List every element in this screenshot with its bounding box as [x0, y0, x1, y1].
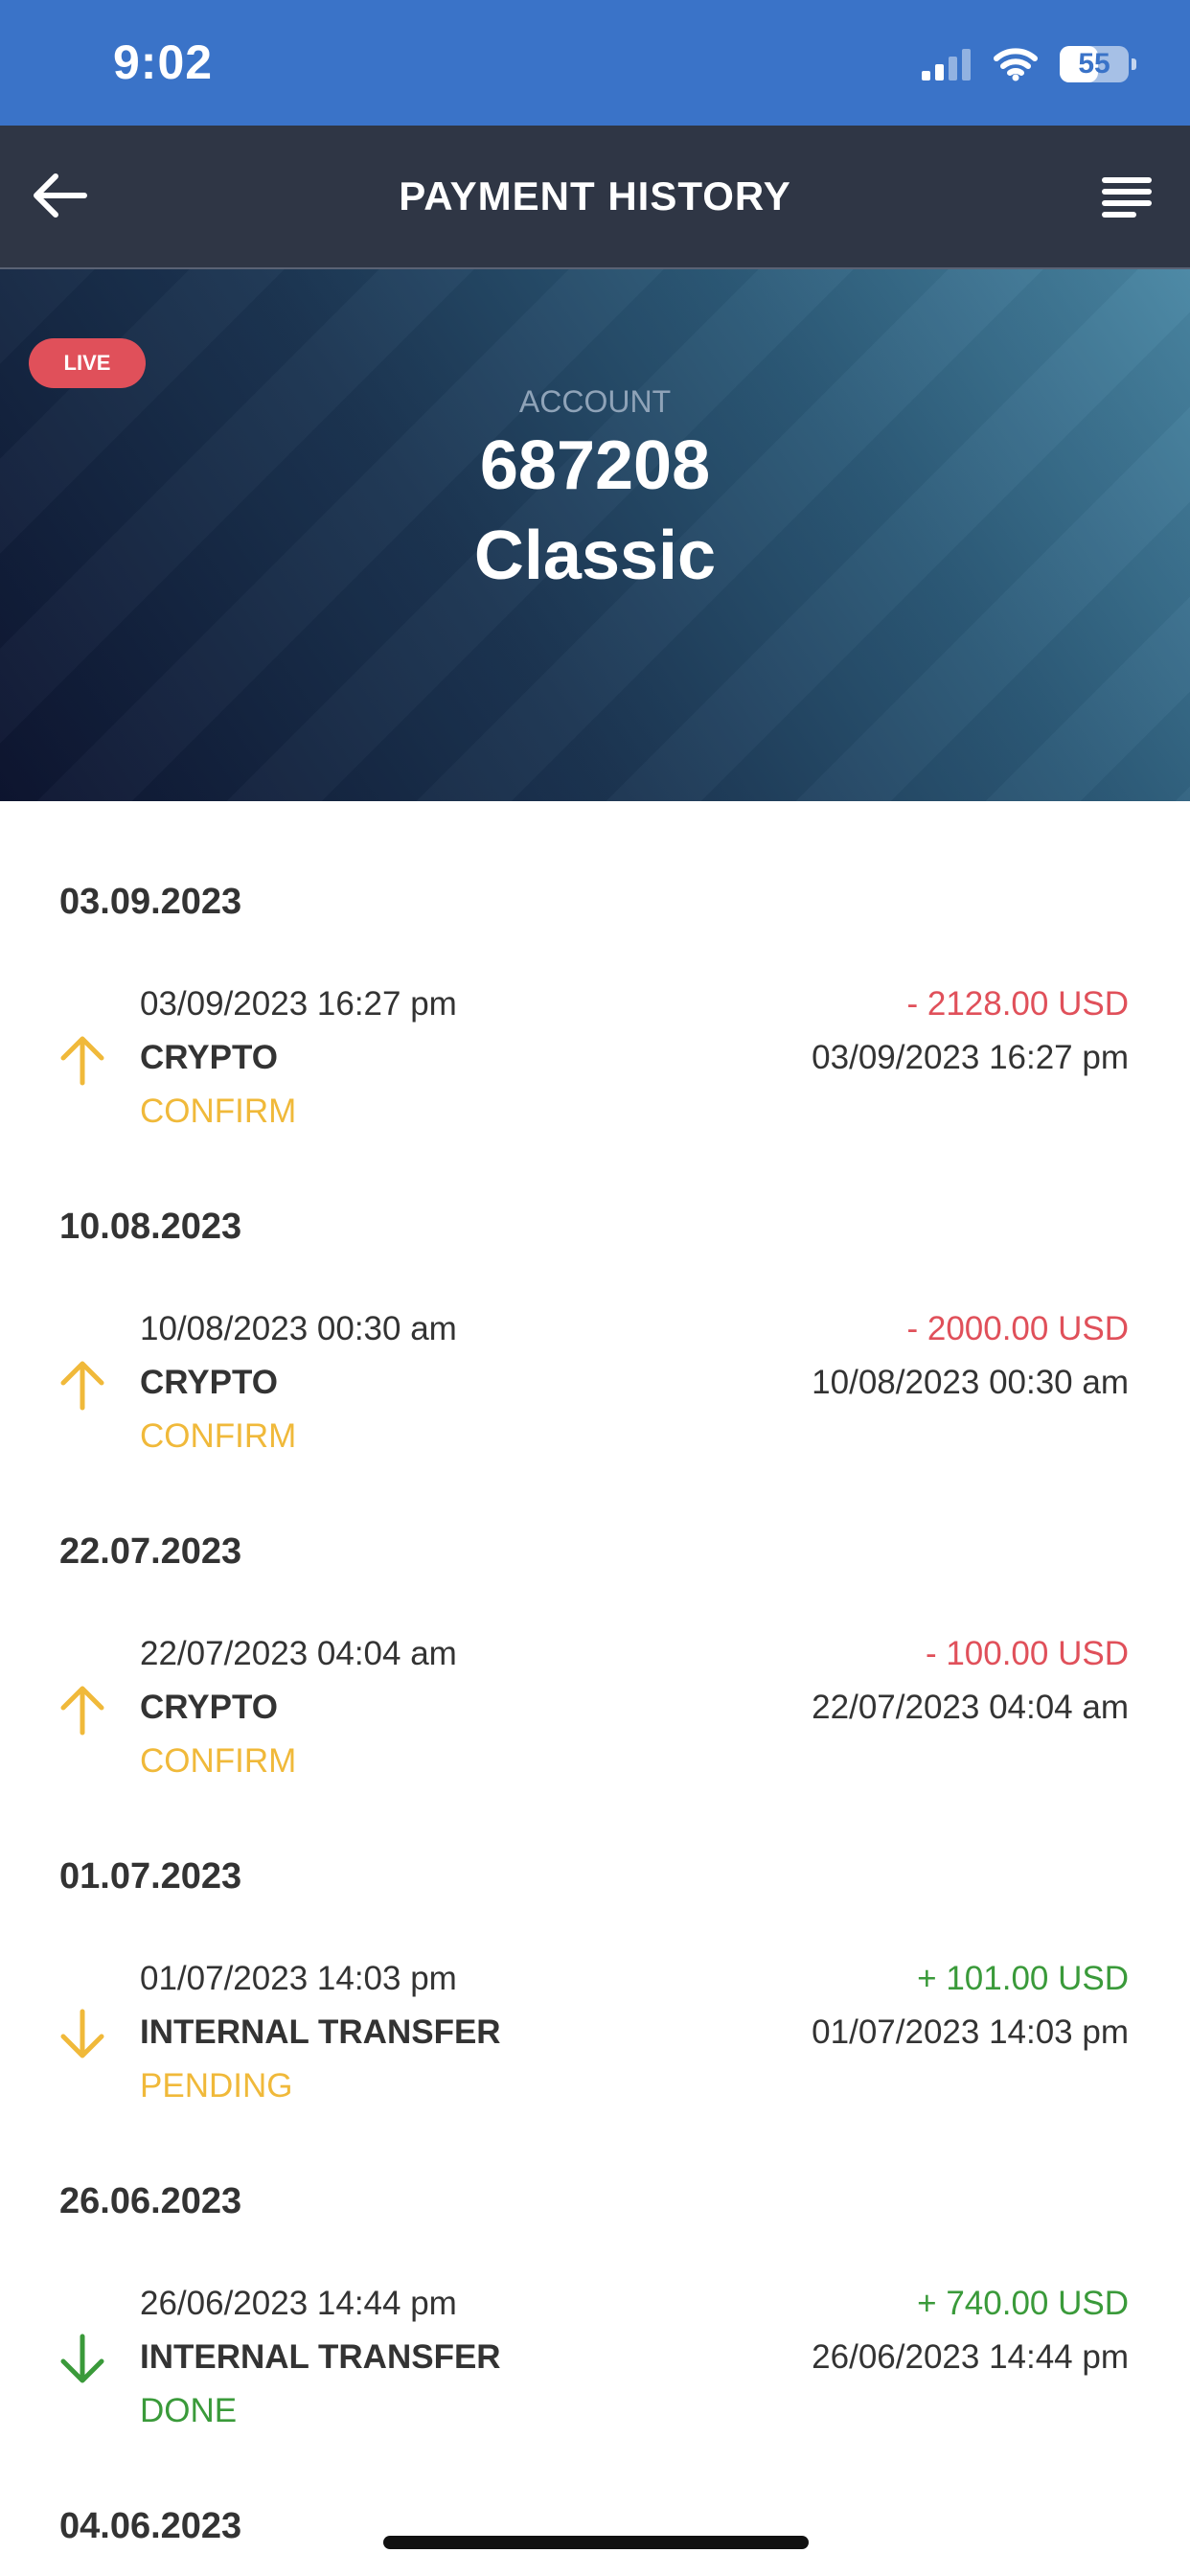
- transaction-amount: - 2128.00 USD: [906, 985, 1129, 1023]
- group-date: 01.07.2023: [59, 1856, 242, 1897]
- transaction-status: CONFIRM: [140, 1092, 297, 1130]
- transaction-time-secondary: 10/08/2023 00:30 am: [812, 1364, 1129, 1401]
- transaction-status: PENDING: [140, 2067, 293, 2104]
- status-bar: 9:02 55: [0, 0, 1190, 126]
- group-date: 03.09.2023: [59, 882, 242, 922]
- transaction-time-secondary: 01/07/2023 14:03 pm: [812, 2013, 1129, 2051]
- group-date: 04.06.2023: [59, 2506, 242, 2546]
- transaction-status: CONFIRM: [140, 1742, 297, 1780]
- transaction-time: 10/08/2023 00:30 am: [140, 1310, 457, 1347]
- menu-button[interactable]: [1092, 161, 1161, 230]
- group-date: 10.08.2023: [59, 1207, 242, 1247]
- date-group: 01.07.2023 01/07/2023 14:03 pm + 101.00 …: [0, 1856, 1190, 2182]
- battery-icon: 55: [1060, 46, 1136, 82]
- payment-history-list: 03.09.2023 03/09/2023 16:27 pm - 2128.00…: [0, 801, 1190, 2576]
- menu-icon: [1102, 177, 1152, 218]
- arrow-down-icon: [60, 2009, 104, 2058]
- arrow-up-icon: [60, 1036, 104, 1086]
- account-number: 687208: [479, 427, 711, 504]
- transaction-time-secondary: 26/06/2023 14:44 pm: [812, 2338, 1129, 2376]
- transaction-amount: + 101.00 USD: [917, 1960, 1129, 1997]
- transaction-amount: - 100.00 USD: [925, 1635, 1129, 1672]
- arrow-up-icon: [60, 1686, 104, 1736]
- account-label: ACCOUNT: [518, 384, 672, 419]
- transaction-method: CRYPTO: [140, 1039, 278, 1076]
- wifi-icon: [994, 48, 1038, 81]
- group-date: 22.07.2023: [59, 1531, 242, 1572]
- date-group: 10.08.2023 10/08/2023 00:30 am - 2000.00…: [0, 1207, 1190, 1532]
- transaction-status: CONFIRM: [140, 1417, 297, 1455]
- transaction-status: DONE: [140, 2392, 238, 2429]
- transaction-time: 26/06/2023 14:44 pm: [140, 2285, 457, 2322]
- transaction-amount: + 740.00 USD: [917, 2285, 1129, 2322]
- transaction-method: INTERNAL TRANSFER: [140, 2013, 501, 2051]
- home-indicator: [383, 2536, 809, 2549]
- battery-percent: 55: [1078, 48, 1110, 80]
- transaction-amount: - 2000.00 USD: [906, 1310, 1129, 1347]
- transaction-method: CRYPTO: [140, 1689, 278, 1726]
- page-title: PAYMENT HISTORY: [399, 173, 791, 218]
- transaction-time-secondary: 03/09/2023 16:27 pm: [812, 1039, 1129, 1076]
- group-date: 26.06.2023: [59, 2181, 242, 2221]
- transaction-time: 03/09/2023 16:27 pm: [140, 985, 457, 1023]
- account-type: Classic: [473, 518, 717, 594]
- arrow-up-icon: [60, 1361, 104, 1411]
- transaction-method: CRYPTO: [140, 1364, 278, 1401]
- nav-bar: PAYMENT HISTORY: [0, 126, 1190, 269]
- status-icons: 55: [922, 42, 1136, 86]
- transaction-method: INTERNAL TRANSFER: [140, 2338, 501, 2376]
- account-header: LIVE ACCOUNT 687208 Classic: [0, 269, 1190, 801]
- live-badge: LIVE: [29, 338, 146, 388]
- arrow-down-icon: [60, 2334, 104, 2383]
- date-group: 26.06.2023 26/06/2023 14:44 pm + 740.00 …: [0, 2181, 1190, 2507]
- transaction-time: 22/07/2023 04:04 am: [140, 1635, 457, 1672]
- transaction-time: 01/07/2023 14:03 pm: [140, 1960, 457, 1997]
- status-time: 9:02: [113, 35, 214, 89]
- date-group: 22.07.2023 22/07/2023 04:04 am - 100.00 …: [0, 1531, 1190, 1857]
- date-group: 03.09.2023 03/09/2023 16:27 pm - 2128.00…: [0, 882, 1190, 1208]
- cellular-signal-icon: [922, 49, 971, 80]
- transaction-time-secondary: 22/07/2023 04:04 am: [812, 1689, 1129, 1726]
